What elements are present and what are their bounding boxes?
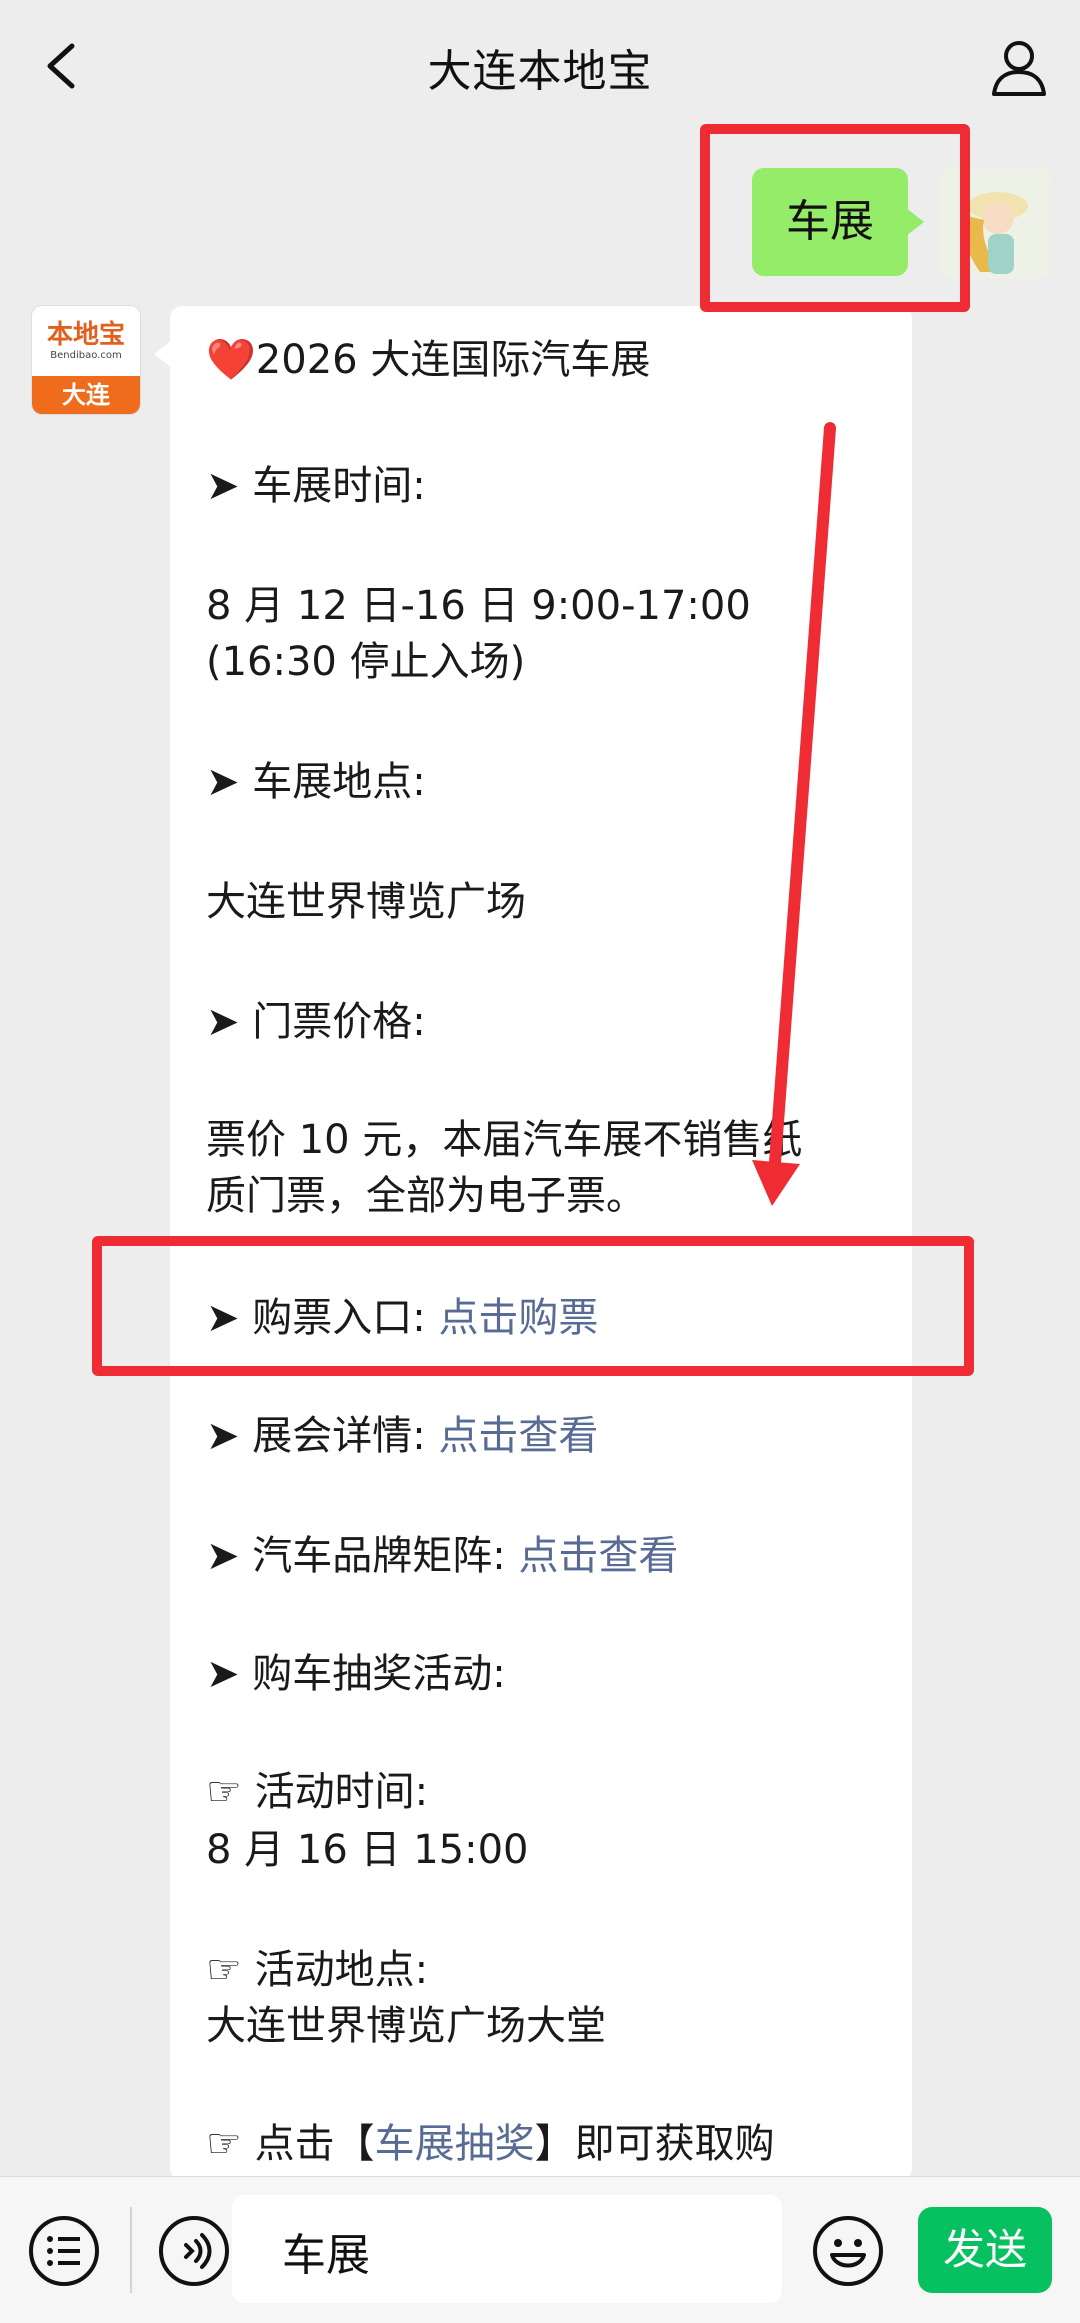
- brands-label: ➤ 汽车品牌矩阵:: [206, 1533, 506, 1579]
- details-row: ➤ 展会详情: 点击查看: [206, 1406, 598, 1466]
- activity-place-value: 大连世界博览广场大堂: [206, 2003, 606, 2049]
- lottery-label: ➤ 购车抽奖活动:: [206, 1651, 506, 1697]
- lottery-link[interactable]: 车展抽奖: [375, 2121, 535, 2167]
- voice-input-icon[interactable]: [156, 2213, 232, 2289]
- activity-place-label: ☞ 活动地点:: [206, 1947, 429, 1993]
- message-input-text: 车展: [282, 2230, 370, 2281]
- toolbar-divider: [130, 2207, 132, 2293]
- message-input[interactable]: 车展: [232, 2195, 782, 2303]
- emoji-icon[interactable]: [810, 2213, 886, 2289]
- click-suffix: 】即可获取购: [534, 2121, 775, 2167]
- send-button[interactable]: 发送: [918, 2207, 1052, 2293]
- click-prefix: ☞ 点击【: [206, 2121, 375, 2167]
- lottery-click-row: ☞ 点击【车展抽奖】即可获取购: [206, 2114, 775, 2174]
- menu-list-icon[interactable]: [26, 2213, 102, 2289]
- brands-row: ➤ 汽车品牌矩阵: 点击查看: [206, 1526, 678, 1586]
- details-link[interactable]: 点击查看: [438, 1413, 598, 1459]
- annotation-arrow: [752, 422, 836, 1206]
- input-toolbar: 车展 发送: [0, 2176, 1080, 2323]
- details-label: ➤ 展会详情:: [206, 1413, 426, 1459]
- activity-time-value: 8 月 16 日 15:00: [206, 1827, 529, 1873]
- brands-link[interactable]: 点击查看: [518, 1533, 678, 1579]
- activity-time-label: ☞ 活动时间:: [206, 1769, 429, 1815]
- annotation-box-ticket: [92, 1236, 974, 1376]
